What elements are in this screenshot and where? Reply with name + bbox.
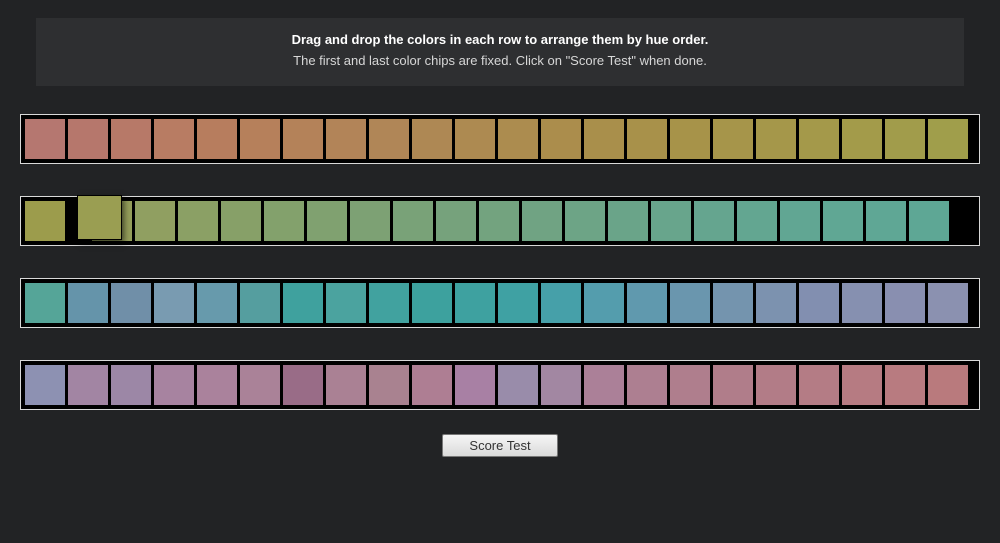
color-chip[interactable] — [239, 282, 281, 324]
color-chip[interactable] — [583, 282, 625, 324]
color-chip-fixed — [24, 118, 66, 160]
color-chip-dragging[interactable] — [77, 195, 122, 240]
app-container: Drag and drop the colors in each row to … — [0, 0, 1000, 475]
color-chip[interactable] — [411, 364, 453, 406]
color-chip[interactable] — [669, 364, 711, 406]
color-chip[interactable] — [282, 364, 324, 406]
color-chip[interactable] — [884, 364, 926, 406]
color-chip[interactable] — [779, 200, 821, 242]
color-chip[interactable] — [454, 118, 496, 160]
hue-row-3 — [20, 278, 980, 328]
button-row: Score Test — [18, 434, 982, 457]
color-chip[interactable] — [349, 200, 391, 242]
color-chip[interactable] — [196, 282, 238, 324]
rows-wrapper — [18, 114, 982, 410]
color-chip-fixed — [908, 200, 950, 242]
color-chip[interactable] — [755, 364, 797, 406]
color-chip[interactable] — [669, 282, 711, 324]
instructions-title: Drag and drop the colors in each row to … — [56, 32, 944, 47]
color-chip[interactable] — [693, 200, 735, 242]
color-chip[interactable] — [110, 364, 152, 406]
hue-row-1 — [20, 114, 980, 164]
color-chip[interactable] — [177, 200, 219, 242]
color-chip[interactable] — [282, 282, 324, 324]
color-chip[interactable] — [712, 282, 754, 324]
color-chip-fixed — [24, 200, 66, 242]
color-chip[interactable] — [626, 364, 668, 406]
color-chip[interactable] — [196, 118, 238, 160]
color-chip[interactable] — [454, 364, 496, 406]
color-chip[interactable] — [239, 364, 281, 406]
color-chip[interactable] — [884, 118, 926, 160]
color-chip[interactable] — [153, 364, 195, 406]
color-chip[interactable] — [220, 200, 262, 242]
color-chip[interactable] — [884, 282, 926, 324]
color-chip[interactable] — [325, 282, 367, 324]
color-chip-fixed — [927, 282, 969, 324]
hue-row-2 — [20, 196, 980, 246]
score-test-button[interactable]: Score Test — [442, 434, 557, 457]
instructions-panel: Drag and drop the colors in each row to … — [36, 18, 964, 86]
color-chip[interactable] — [540, 282, 582, 324]
color-chip[interactable] — [368, 282, 410, 324]
color-chip[interactable] — [435, 200, 477, 242]
color-chip[interactable] — [497, 364, 539, 406]
color-chip[interactable] — [841, 118, 883, 160]
color-chip[interactable] — [650, 200, 692, 242]
color-chip[interactable] — [540, 364, 582, 406]
color-chip[interactable] — [134, 200, 176, 242]
color-chip[interactable] — [282, 118, 324, 160]
color-chip[interactable] — [325, 364, 367, 406]
color-chip[interactable] — [798, 118, 840, 160]
color-chip[interactable] — [865, 200, 907, 242]
color-chip[interactable] — [540, 118, 582, 160]
instructions-subtitle: The first and last color chips are fixed… — [56, 53, 944, 68]
color-chip[interactable] — [564, 200, 606, 242]
color-chip[interactable] — [196, 364, 238, 406]
color-chip[interactable] — [712, 364, 754, 406]
color-chip[interactable] — [626, 282, 668, 324]
color-chip[interactable] — [822, 200, 864, 242]
color-chip[interactable] — [67, 118, 109, 160]
color-chip[interactable] — [325, 118, 367, 160]
color-chip[interactable] — [798, 282, 840, 324]
hue-row-4 — [20, 360, 980, 410]
color-chip[interactable] — [153, 118, 195, 160]
color-chip[interactable] — [454, 282, 496, 324]
color-chip[interactable] — [626, 118, 668, 160]
color-chip[interactable] — [368, 364, 410, 406]
color-chip[interactable] — [110, 118, 152, 160]
color-chip[interactable] — [67, 282, 109, 324]
color-chip[interactable] — [841, 364, 883, 406]
color-chip-fixed — [927, 364, 969, 406]
color-chip[interactable] — [263, 200, 305, 242]
color-chip[interactable] — [755, 282, 797, 324]
color-chip-fixed — [24, 364, 66, 406]
color-chip[interactable] — [497, 118, 539, 160]
color-chip[interactable] — [478, 200, 520, 242]
color-chip[interactable] — [239, 118, 281, 160]
color-chip[interactable] — [755, 118, 797, 160]
color-chip[interactable] — [368, 118, 410, 160]
color-chip[interactable] — [67, 364, 109, 406]
color-chip[interactable] — [411, 118, 453, 160]
color-chip[interactable] — [607, 200, 649, 242]
color-chip-fixed — [24, 282, 66, 324]
color-chip[interactable] — [392, 200, 434, 242]
color-chip[interactable] — [841, 282, 883, 324]
color-chip[interactable] — [306, 200, 348, 242]
color-chip[interactable] — [798, 364, 840, 406]
color-chip[interactable] — [583, 118, 625, 160]
color-chip[interactable] — [712, 118, 754, 160]
color-chip[interactable] — [736, 200, 778, 242]
color-chip[interactable] — [497, 282, 539, 324]
color-chip-fixed — [927, 118, 969, 160]
color-chip[interactable] — [583, 364, 625, 406]
color-chip[interactable] — [110, 282, 152, 324]
color-chip[interactable] — [669, 118, 711, 160]
color-chip[interactable] — [153, 282, 195, 324]
color-chip[interactable] — [521, 200, 563, 242]
color-chip[interactable] — [411, 282, 453, 324]
